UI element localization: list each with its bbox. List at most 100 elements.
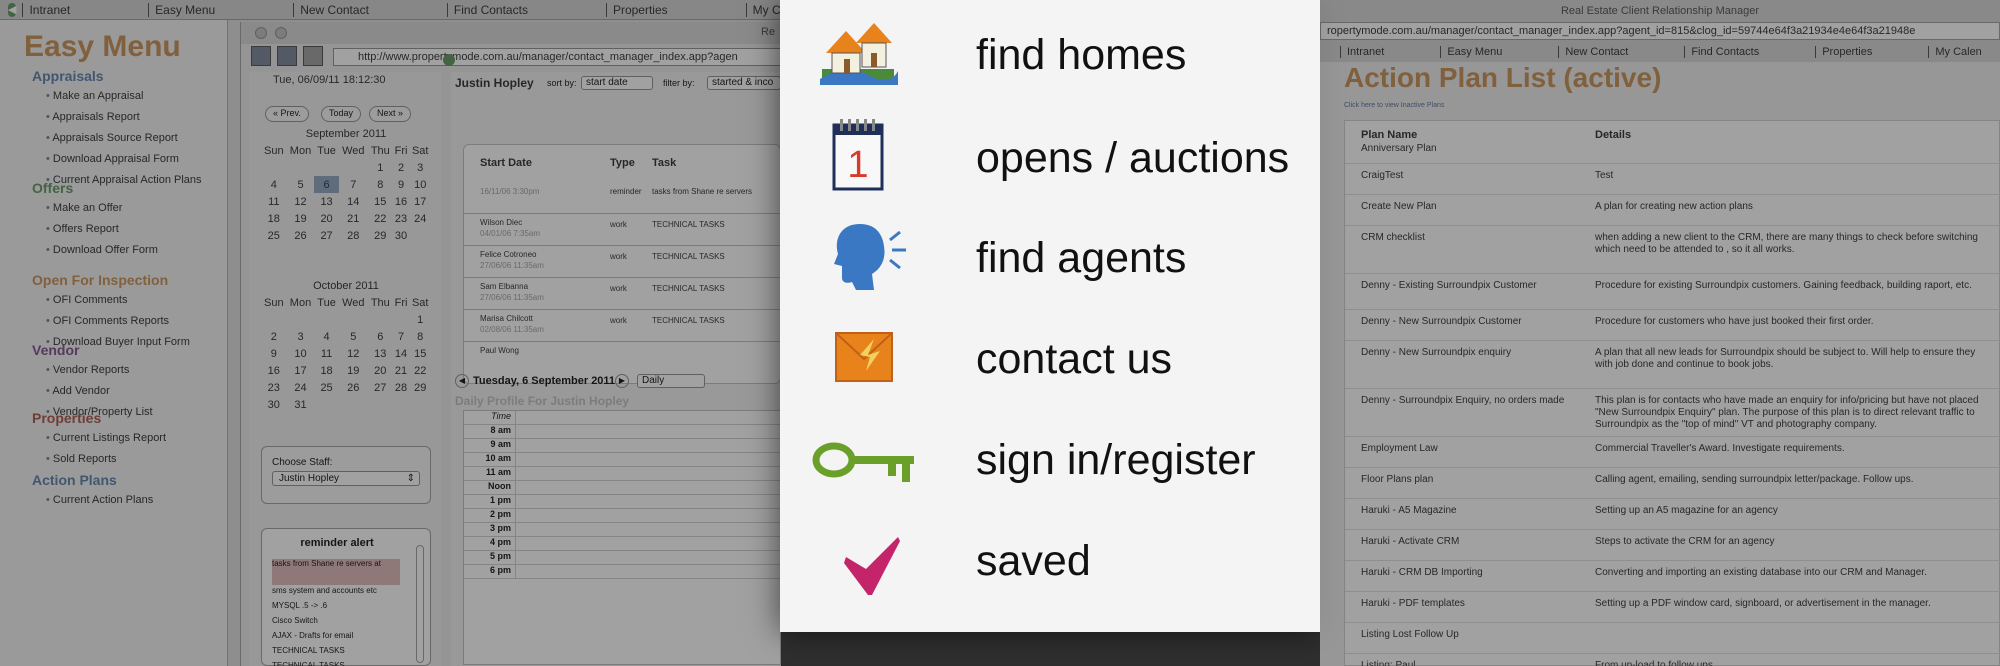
sidebar-link[interactable]: Add Vendor — [46, 385, 110, 397]
right-top-nav-item[interactable]: My Calen — [1928, 46, 1993, 58]
calendar-day[interactable]: 29 — [368, 227, 393, 244]
task-contact-name[interactable]: Felice Cotroneo — [480, 250, 536, 259]
calendar-day[interactable]: 22 — [368, 210, 393, 227]
sidebar-link[interactable]: Current Listings Report — [46, 432, 166, 444]
timeline-slot[interactable]: 1 pm — [464, 495, 780, 509]
action-plan-row[interactable]: CraigTest Test — [1345, 163, 2000, 194]
calendar-day[interactable]: 2 — [393, 159, 410, 176]
calendar-day[interactable]: 9 — [393, 176, 410, 193]
sidebar-link[interactable]: Make an Appraisal — [46, 90, 144, 102]
reminder-item[interactable]: TECHNICAL TASKS — [272, 661, 400, 666]
right-top-nav-item[interactable]: Easy Menu — [1440, 46, 1514, 58]
next-month-button[interactable]: Next » — [369, 106, 412, 122]
calendar-day[interactable]: 7 — [339, 176, 368, 193]
calendar-day[interactable]: 12 — [287, 193, 315, 210]
minimize-window-dot[interactable] — [275, 27, 287, 39]
sort-select[interactable]: start date — [581, 76, 653, 90]
calendar-day[interactable]: 6 — [368, 328, 393, 345]
sidebar-link[interactable]: Current Action Plans — [46, 494, 153, 506]
action-plan-row[interactable]: Listing: Paul From up-load to follow ups — [1345, 653, 2000, 666]
menu-item-contact-us[interactable]: contact us — [780, 309, 1320, 409]
calendar-day[interactable]: 4 — [314, 328, 338, 345]
reminder-item[interactable]: Cisco Switch — [272, 616, 400, 625]
action-plan-row[interactable]: Listing Lost Follow Up — [1345, 622, 2000, 653]
calendar-day[interactable]: 27 — [314, 227, 338, 244]
task-contact-name[interactable]: Sam Elbanna — [480, 282, 528, 291]
right-top-nav-item[interactable]: New Contact — [1558, 46, 1640, 58]
view-select[interactable]: Daily — [637, 374, 705, 388]
plan-name[interactable]: Denny - New Surroundpix enquiry — [1361, 347, 1511, 358]
sidebar-link[interactable]: OFI Comments — [46, 294, 128, 306]
calendar-day[interactable]: 20 — [368, 362, 393, 379]
menu-item-find-agents[interactable]: find agents — [780, 208, 1320, 308]
reminder-item[interactable]: MYSQL .5 -> .6 — [272, 601, 400, 610]
timeline-slot[interactable]: 2 pm — [464, 509, 780, 523]
calendar-day[interactable]: 24 — [409, 210, 431, 227]
calendar-day[interactable]: 10 — [409, 176, 431, 193]
calendar-day[interactable]: 5 — [339, 328, 368, 345]
table-row[interactable]: 16/11/06 3:30pm reminder tasks from Shane … — [464, 181, 782, 211]
menu-item-saved[interactable]: saved — [780, 511, 1320, 611]
calendar-day[interactable]: 30 — [261, 396, 287, 413]
timeline-slot[interactable]: 11 am — [464, 467, 780, 481]
sidebar-link[interactable]: Download Appraisal Form — [46, 153, 179, 165]
reminder-item[interactable]: tasks from Shane re servers at — [272, 559, 400, 585]
toolbar-home-icon[interactable] — [303, 46, 323, 66]
action-plan-row[interactable]: Haruki - A5 Magazine Setting up an A5 mag… — [1345, 498, 2000, 529]
plan-name[interactable]: Denny - Existing Surroundpix Customer — [1361, 280, 1537, 291]
reminder-item[interactable]: AJAX - Drafts for email — [272, 631, 400, 640]
calendar-day[interactable]: 22 — [409, 362, 431, 379]
calendar-day[interactable]: 23 — [393, 210, 410, 227]
table-row[interactable]: Wilson Diec 04/01/06 7:35am work TECHNICAL … — [464, 213, 782, 243]
calendar-day[interactable]: 13 — [368, 345, 393, 362]
action-plan-row[interactable]: Create New Plan A plan for creating new a… — [1345, 194, 2000, 225]
right-top-nav-item[interactable]: Intranet — [1340, 46, 1396, 58]
plan-name[interactable]: Create New Plan — [1361, 201, 1437, 212]
calendar-day[interactable]: 28 — [339, 227, 368, 244]
action-plan-row[interactable]: Denny - New Surroundpix Customer Procedur… — [1345, 309, 2000, 340]
calendar-day[interactable]: 21 — [339, 210, 368, 227]
calendar-day[interactable]: 4 — [261, 176, 287, 193]
plan-name[interactable]: Employment Law — [1361, 443, 1438, 454]
top-nav-item[interactable]: Find Contacts — [446, 2, 536, 17]
calendar-day[interactable]: 10 — [287, 345, 315, 362]
task-contact-name[interactable]: Wilson Diec — [480, 218, 522, 227]
calendar-day[interactable]: 31 — [287, 396, 315, 413]
address-bar[interactable]: http://www.propertymode.com.au/manager/c… — [333, 48, 781, 66]
action-plan-row[interactable]: Employment Law Commercial Traveller's Awa… — [1345, 436, 2000, 467]
close-window-dot[interactable] — [255, 27, 267, 39]
today-button[interactable]: Today — [321, 106, 362, 122]
sidebar-link[interactable]: OFI Comments Reports — [46, 315, 169, 327]
calendar-day[interactable]: 26 — [287, 227, 315, 244]
filter-select[interactable]: started & inco — [707, 76, 781, 90]
sidebar-link[interactable]: Vendor Reports — [46, 364, 129, 376]
calendar-day[interactable]: 16 — [261, 362, 287, 379]
top-nav-item[interactable]: Easy Menu — [148, 2, 223, 17]
calendar-day[interactable]: 26 — [339, 379, 368, 396]
calendar-day[interactable]: 6 — [314, 176, 339, 193]
calendar-day[interactable]: 30 — [393, 227, 410, 244]
calendar-day[interactable]: 14 — [339, 193, 368, 210]
calendar-day[interactable]: 25 — [314, 379, 338, 396]
calendar-day[interactable]: 5 — [287, 176, 315, 193]
calendar-day[interactable]: 13 — [314, 193, 338, 210]
timeline-slot[interactable]: 5 pm — [464, 551, 780, 565]
action-plan-row[interactable]: Haruki - PDF templates Setting up a PDF w… — [1345, 591, 2000, 622]
prev-day-button[interactable]: ◀ — [455, 374, 469, 388]
right-address-bar[interactable]: ropertymode.com.au/manager/contact_manag… — [1320, 22, 2000, 40]
menu-item-find-homes[interactable]: find homes — [780, 5, 1320, 105]
calendar-day[interactable]: 1 — [368, 159, 393, 176]
right-top-nav-item[interactable]: Properties — [1815, 46, 1884, 58]
action-plan-row[interactable]: Denny - New Surroundpix enquiry A plan th… — [1345, 340, 2000, 388]
plan-name[interactable]: CraigTest — [1361, 170, 1403, 181]
calendar-day[interactable]: 25 — [261, 227, 287, 244]
calendar-day[interactable]: 19 — [339, 362, 368, 379]
table-row[interactable]: Felice Cotroneo 27/06/06 11:35am work TECHN… — [464, 245, 782, 275]
calendar-day[interactable]: 28 — [393, 379, 410, 396]
action-plan-row[interactable]: Denny - Existing Surroundpix Customer Pro… — [1345, 273, 2000, 309]
calendar-day[interactable]: 18 — [261, 210, 287, 227]
menu-item-sign-in-register[interactable]: sign in/register — [780, 410, 1320, 510]
plan-name[interactable]: Denny - Surroundpix Enquiry, no orders m… — [1361, 395, 1564, 406]
table-row[interactable]: Sam Elbanna 27/06/06 11:35am work TECHNICAL… — [464, 277, 782, 307]
calendar-day[interactable]: 2 — [261, 328, 287, 345]
